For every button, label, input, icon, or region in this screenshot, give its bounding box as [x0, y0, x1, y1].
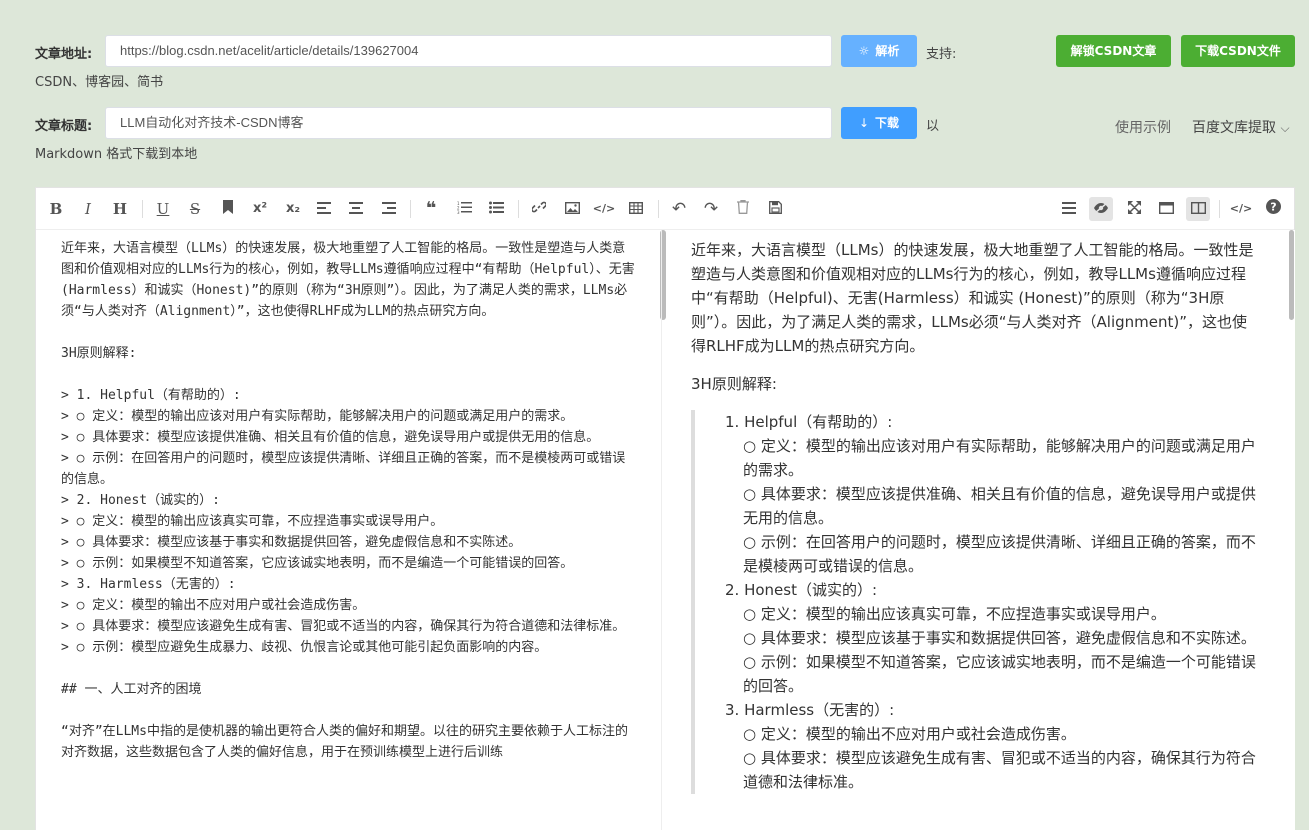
list-item-sub: ○ 具体要求：模型应该提供准确、相关且有价值的信息，避免误导用户或提供无用的信息… — [743, 485, 1256, 527]
help-icon[interactable]: ? — [1261, 197, 1285, 221]
align-left-icon[interactable] — [312, 197, 336, 221]
bookmark-icon[interactable] — [216, 197, 240, 221]
svg-text:3: 3 — [457, 210, 460, 214]
list-item-sub: ○ 具体要求：模型应该避免生成有害、冒犯或不适当的内容，确保其行为符合道德和法律… — [743, 749, 1256, 791]
list-item-sub: ○ 定义：模型的输出应该对用户有实际帮助，能够解决用户的问题或满足用户的需求。 — [743, 437, 1256, 479]
preview-intro: 近年来，大语言模型（LLMs）的快速发展，极大地重塑了人工智能的格局。一致性是塑… — [691, 241, 1254, 355]
bold-icon[interactable]: B — [44, 197, 68, 221]
fullscreen-icon[interactable] — [1122, 197, 1146, 221]
superscript-icon[interactable]: x² — [248, 197, 272, 221]
support-label: 支持: — [926, 47, 957, 62]
preview-pane: 近年来，大语言模型（LLMs）的快速发展，极大地重塑了人工智能的格局。一致性是塑… — [667, 230, 1295, 830]
window-icon[interactable] — [1154, 197, 1178, 221]
header-icon[interactable]: H — [108, 197, 132, 221]
html-icon[interactable]: </> — [1229, 197, 1253, 221]
toolbar-divider — [518, 200, 519, 218]
toolbar-divider — [142, 200, 143, 218]
format-prefix: 以 — [926, 119, 940, 134]
preview-scrollbar[interactable] — [1289, 230, 1294, 320]
list-item-title: 3. Harmless（无害的）: — [725, 701, 895, 719]
format-text: Markdown 格式下载到本地 — [35, 147, 198, 162]
support-sites: CSDN、博客园、简书 — [35, 75, 164, 90]
split-view-icon[interactable] — [1186, 197, 1210, 221]
list-item: 2. Honest（诚实的）: ○ 定义：模型的输出应该真实可靠，不应捏造事实或… — [725, 578, 1261, 698]
table-icon[interactable] — [624, 197, 648, 221]
subscript-icon[interactable]: x₂ — [281, 197, 305, 221]
code-icon[interactable]: </> — [592, 197, 616, 221]
preview-heading: 3H原则解释: — [691, 375, 777, 393]
italic-icon[interactable]: I — [76, 197, 100, 221]
parse-button-label: 解析 — [875, 44, 900, 58]
list-item-sub: ○ 示例：在回答用户的问题时，模型应该提供清晰、详细且正确的答案，而不是模棱两可… — [743, 533, 1256, 575]
redo-icon[interactable]: ↷ — [699, 197, 723, 221]
title-input[interactable]: LLM自动化对齐技术-CSDN博客 — [105, 107, 832, 139]
download-csdn-file-button[interactable]: 下载CSDN文件 — [1181, 35, 1295, 67]
url-label: 文章地址: — [35, 47, 93, 62]
example-link[interactable]: 使用示例 — [1115, 117, 1171, 137]
loading-icon: ☼ — [858, 44, 870, 58]
list-item: 1. Helpful（有帮助的）: ○ 定义：模型的输出应该对用户有实际帮助，能… — [725, 410, 1261, 578]
markdown-editor: B I H U S x² x₂ ❝ 123 </> ↶ ↷ </> ? 近年来，… — [35, 187, 1295, 830]
list-item-title: 1. Helpful（有帮助的）: — [725, 413, 893, 431]
underline-icon[interactable]: U — [151, 197, 175, 221]
editor-toolbar: B I H U S x² x₂ ❝ 123 </> ↶ ↷ </> ? — [36, 188, 1294, 230]
download-button-label: 下载 — [875, 116, 900, 130]
baidu-extract-link[interactable]: 百度文库提取 ⌵ — [1192, 117, 1290, 137]
list-item-sub: ○ 定义：模型的输出不应对用户或社会造成伤害。 — [743, 725, 1076, 743]
download-icon: ↓ — [858, 116, 870, 130]
list-item-sub: ○ 具体要求：模型应该基于事实和数据提供回答，避免虚假信息和不实陈述。 — [743, 629, 1256, 647]
ordered-list-icon[interactable]: 123 — [452, 197, 476, 221]
markdown-source-text[interactable]: 近年来，大语言模型（LLMs）的快速发展，极大地重塑了人工智能的格局。一致性是塑… — [61, 238, 636, 763]
quote-icon[interactable]: ❝ — [419, 197, 443, 221]
pane-divider — [661, 230, 662, 830]
image-icon[interactable] — [560, 197, 584, 221]
unordered-list-icon[interactable] — [484, 197, 508, 221]
list-item-sub: ○ 示例：如果模型不知道答案，它应该诚实地表明，而不是编造一个可能错误的回答。 — [743, 653, 1256, 695]
preview-icon[interactable] — [1089, 197, 1113, 221]
link-icon[interactable] — [527, 197, 551, 221]
svg-text:?: ? — [1270, 201, 1276, 214]
parse-button[interactable]: ☼ 解析 — [841, 35, 917, 67]
baidu-extract-label: 百度文库提取 — [1192, 120, 1276, 136]
chevron-down-icon: ⌵ — [1280, 121, 1290, 135]
align-right-icon[interactable] — [377, 197, 401, 221]
strikethrough-icon[interactable]: S — [183, 197, 207, 221]
preview-content: 近年来，大语言模型（LLMs）的快速发展，极大地重塑了人工智能的格局。一致性是塑… — [691, 238, 1261, 794]
align-center-icon[interactable] — [344, 197, 368, 221]
save-icon[interactable] — [763, 197, 787, 221]
preview-blockquote: 1. Helpful（有帮助的）: ○ 定义：模型的输出应该对用户有实际帮助，能… — [691, 410, 1261, 794]
download-button[interactable]: ↓ 下载 — [841, 107, 917, 139]
toolbar-divider — [658, 200, 659, 218]
menu-icon[interactable] — [1057, 197, 1081, 221]
list-item-title: 2. Honest（诚实的）: — [725, 581, 878, 599]
list-item: 3. Harmless（无害的）: ○ 定义：模型的输出不应对用户或社会造成伤害… — [725, 698, 1261, 794]
trash-icon[interactable] — [731, 197, 755, 221]
toolbar-divider — [1219, 200, 1220, 218]
list-item-sub: ○ 定义：模型的输出应该真实可靠，不应捏造事实或误导用户。 — [743, 605, 1166, 623]
title-label: 文章标题: — [35, 119, 93, 134]
url-input[interactable]: https://blog.csdn.net/acelit/article/det… — [105, 35, 832, 67]
unlock-csdn-button[interactable]: 解锁CSDN文章 — [1056, 35, 1171, 67]
toolbar-divider — [410, 200, 411, 218]
undo-icon[interactable]: ↶ — [667, 197, 691, 221]
markdown-source-pane[interactable]: 近年来，大语言模型（LLMs）的快速发展，极大地重塑了人工智能的格局。一致性是塑… — [36, 230, 661, 830]
